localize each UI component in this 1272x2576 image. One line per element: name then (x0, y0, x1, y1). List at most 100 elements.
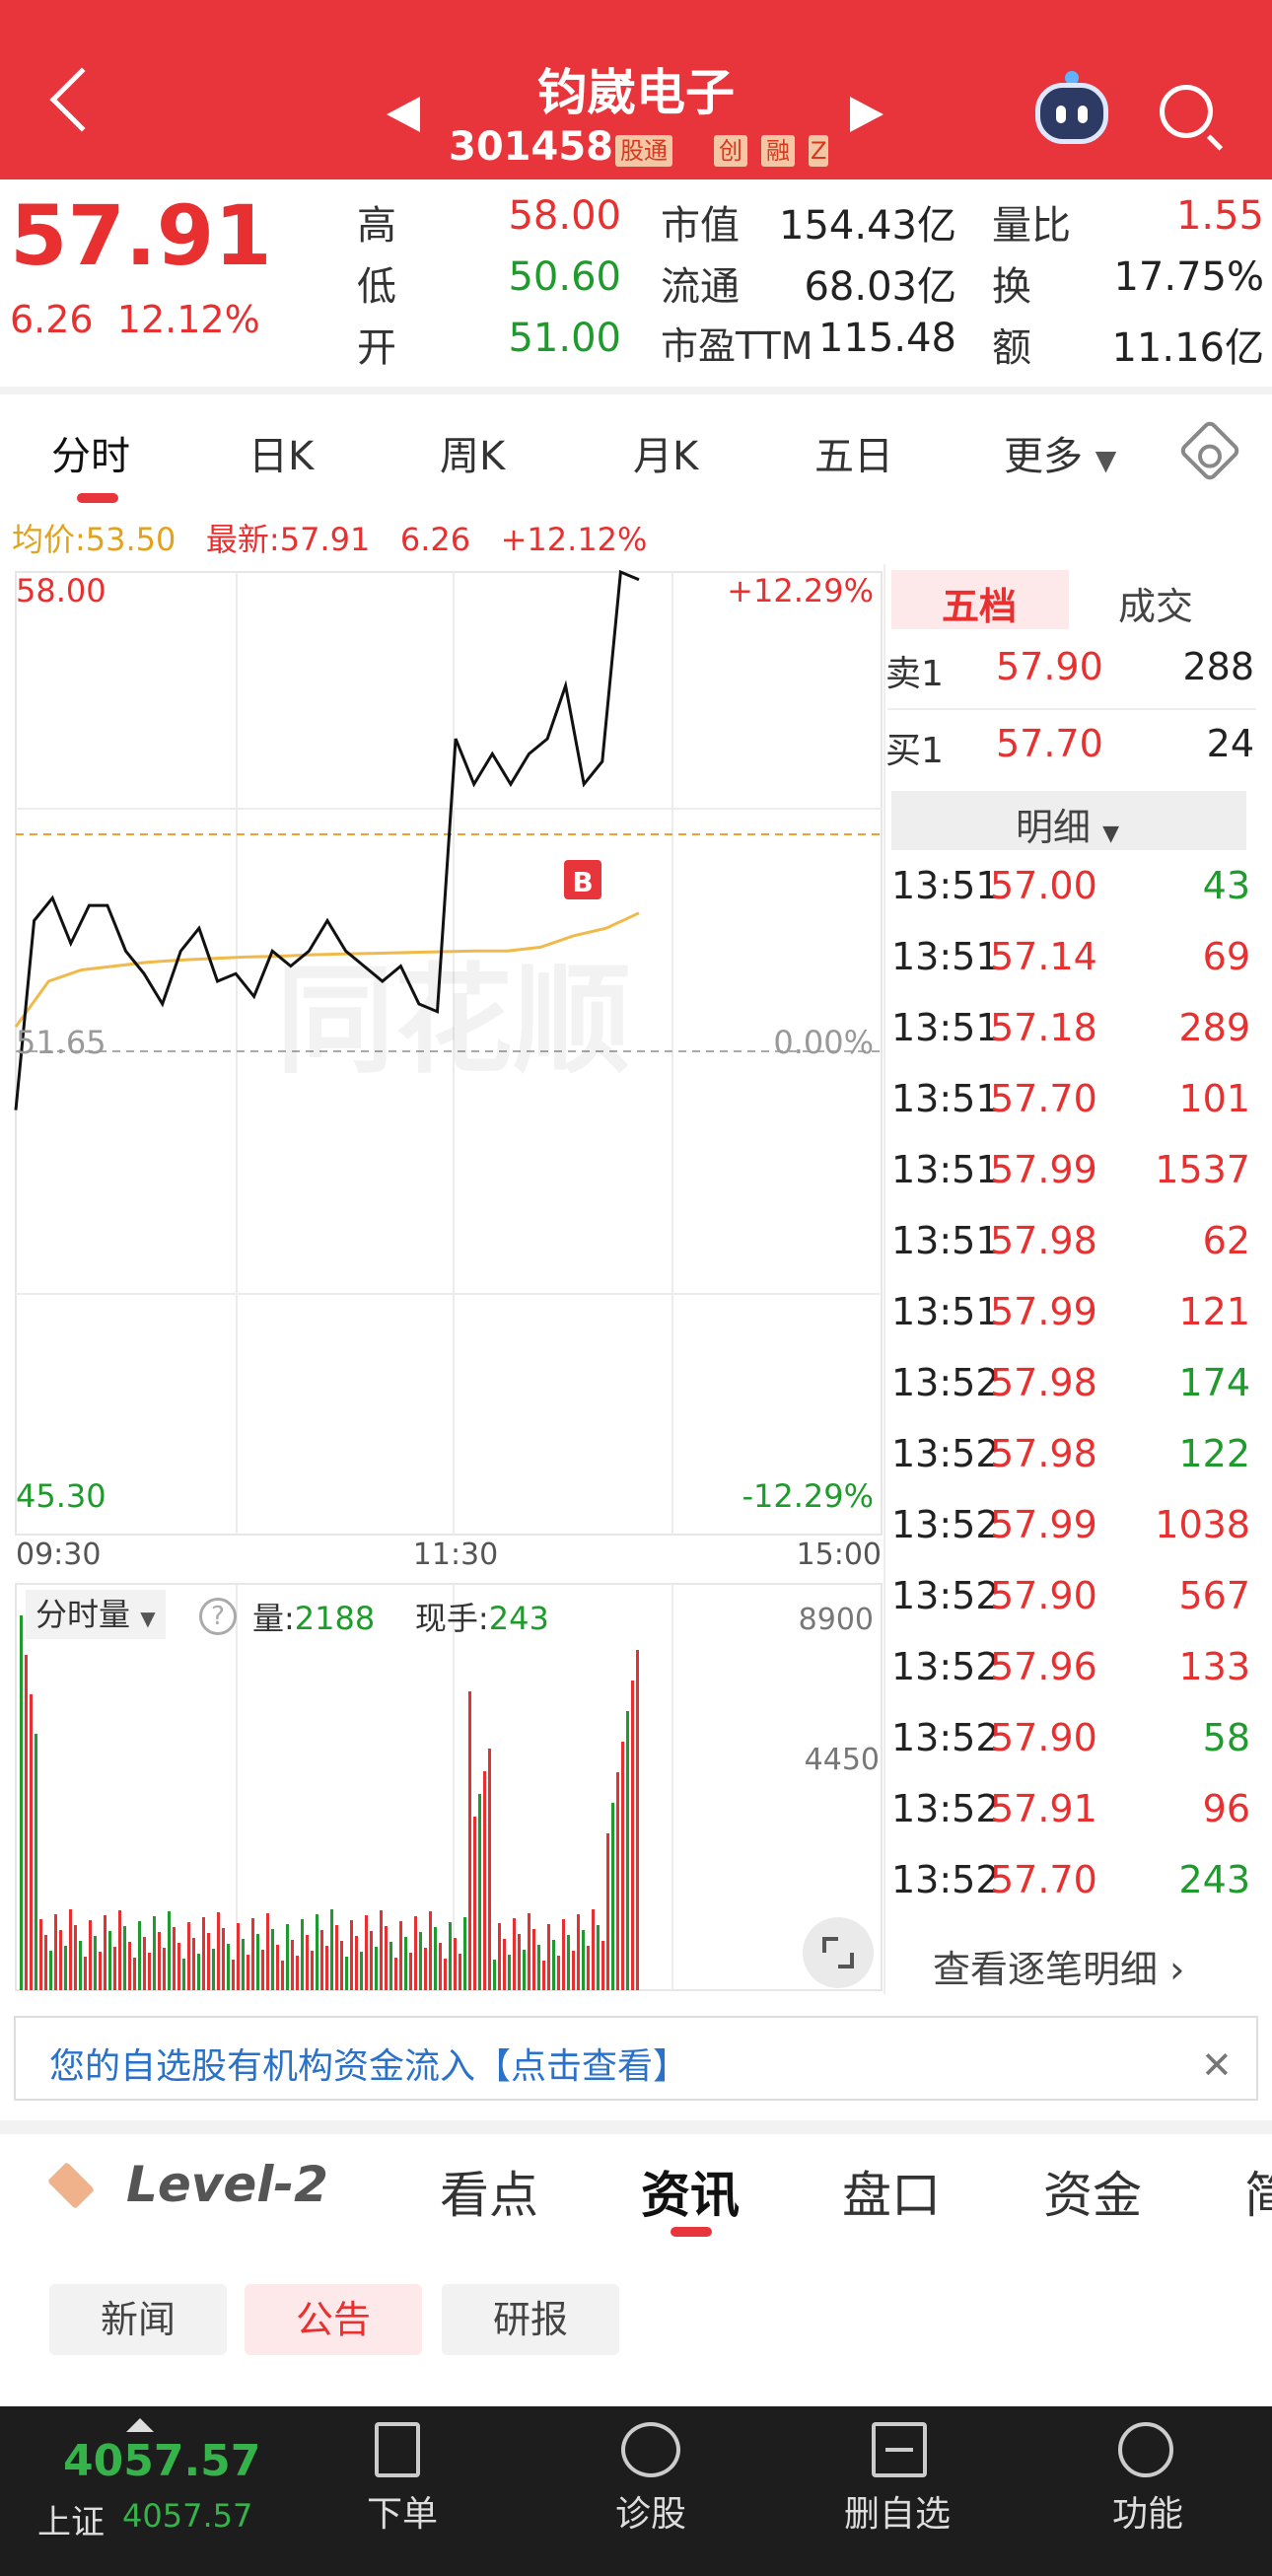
tab-daily-k[interactable]: 日K (248, 424, 314, 481)
tab-level2[interactable]: Level-2 (126, 2156, 328, 2213)
volume-bar (311, 1951, 314, 1990)
volume-bar (389, 1942, 392, 1990)
latest-price: 最新:57.91 (205, 521, 371, 558)
expand-up-icon[interactable] (126, 2418, 154, 2432)
tick-volume: 243 (1178, 1858, 1250, 1901)
volume-bar (133, 1958, 136, 1990)
toolbar-functions[interactable]: 功能 (1112, 2485, 1183, 2537)
index-name: 上证 (37, 2503, 105, 2542)
tab-intraday[interactable]: 分时 (51, 424, 130, 481)
volume-bar (207, 1933, 210, 1990)
tick-time: 13:52 (891, 1361, 1000, 1404)
volume-bar (380, 1910, 383, 1990)
toolbar-remove-watch[interactable]: 删自选 (844, 2485, 951, 2537)
tab-weekly-k[interactable]: 周K (440, 424, 505, 481)
volume-bar (251, 1918, 254, 1990)
index-value[interactable]: 4057.57 (63, 2436, 260, 2486)
tick-price: 57.91 (990, 1787, 1097, 1830)
vol-max-label: 8900 (799, 1603, 874, 1637)
volume-bar (128, 1942, 131, 1990)
tick-price: 57.98 (990, 1219, 1097, 1262)
help-icon[interactable]: ? (199, 1598, 237, 1635)
sell1-vol: 288 (1182, 645, 1254, 688)
volume-bar (143, 1937, 146, 1990)
tab-monthly-k[interactable]: 月K (633, 424, 698, 481)
volume-bar (30, 1694, 33, 1990)
chevron-right-icon: › (1169, 1948, 1185, 1991)
volume-bar (557, 1956, 560, 1990)
chip-research[interactable]: 研报 (442, 2284, 619, 2355)
y-top-label: 58.00 (16, 572, 106, 609)
volume-bar (247, 1955, 249, 1990)
volume-bar (320, 1930, 323, 1990)
diagnose-icon[interactable] (621, 2422, 680, 2477)
value-high: 58.00 (508, 193, 621, 239)
volume-bar (325, 1946, 328, 1990)
tick-time: 13:52 (891, 1716, 1000, 1759)
chip-announcement[interactable]: 公告 (245, 2284, 422, 2355)
assistant-robot-icon[interactable] (1035, 83, 1108, 144)
tab-more[interactable]: 更多 ▼ (1004, 424, 1116, 481)
tick-time: 13:52 (891, 1432, 1000, 1475)
chart-grid (15, 571, 883, 1991)
tab-five-day[interactable]: 五日 (814, 424, 893, 481)
settings-icon[interactable] (1177, 418, 1242, 483)
volume-bar (459, 1954, 461, 1990)
volume-bar (232, 1960, 235, 1990)
buy1-label: 买1 (885, 731, 944, 771)
tick-time: 13:52 (891, 1787, 1000, 1830)
tab-brief[interactable]: 简 (1244, 2156, 1272, 2227)
volume-bar (118, 1910, 121, 1990)
tab-trades[interactable]: 成交 (1118, 576, 1193, 630)
volume-bar (444, 1959, 447, 1990)
close-icon[interactable]: ✕ (1201, 2043, 1233, 2087)
sell1-price: 57.90 (996, 645, 1103, 688)
tick-volume: 121 (1178, 1290, 1250, 1333)
intraday-chart[interactable]: 同花顺 58.00 51.65 45.30 +12.29% 0.00% -12.… (0, 558, 887, 1998)
volume-bar (375, 1947, 378, 1990)
expand-icon[interactable] (803, 1917, 874, 1988)
tick-price: 57.18 (990, 1006, 1097, 1049)
volume-bar (385, 1926, 388, 1990)
tab-funds[interactable]: 资金 (1043, 2156, 1142, 2227)
tick-time: 13:52 (891, 1645, 1000, 1688)
vol-label: 量: (252, 1600, 295, 1637)
banner-text[interactable]: 您的自选股有机构资金流入【点击查看】 (49, 2038, 688, 2089)
volume-bar (108, 1931, 111, 1990)
volume-bar (212, 1949, 215, 1990)
volume-bar (562, 1919, 565, 1990)
change-value: 6.26 (10, 298, 94, 341)
volume-bar (567, 1935, 570, 1990)
volume-bar (202, 1917, 205, 1990)
toolbar-order[interactable]: 下单 (367, 2485, 438, 2537)
x-label-0930: 09:30 (16, 1538, 101, 1572)
volume-bar (59, 1930, 62, 1990)
menu-icon[interactable] (1118, 2422, 1173, 2477)
search-icon[interactable] (1160, 85, 1213, 138)
tick-time: 13:51 (891, 864, 1000, 907)
volume-bar (488, 1749, 491, 1990)
volume-bar (409, 1953, 412, 1990)
tab-five-levels[interactable]: 五档 (942, 576, 1017, 630)
volume-bar (528, 1913, 530, 1990)
order-icon[interactable] (375, 2422, 420, 2477)
volume-bar (424, 1948, 427, 1990)
toolbar-diagnose[interactable]: 诊股 (615, 2485, 686, 2537)
chip-news[interactable]: 新闻 (49, 2284, 227, 2355)
watermark: 同花顺 (276, 953, 631, 1090)
chevron-down-icon: ▼ (140, 1607, 156, 1630)
tab-highlights[interactable]: 看点 (440, 2156, 538, 2227)
view-all-ticks[interactable]: 查看逐笔明细 › (933, 1939, 1184, 1993)
volume-selector[interactable]: 分时量 ▼ (26, 1590, 166, 1639)
tick-volume: 96 (1202, 1787, 1250, 1830)
volume-bar (350, 1920, 353, 1990)
tab-news-info[interactable]: 资讯 (641, 2156, 740, 2227)
next-stock-icon[interactable] (850, 97, 883, 132)
volume-bar (217, 1912, 220, 1990)
avg-price: 均价:53.50 (12, 521, 177, 558)
volume-bar (454, 1938, 457, 1990)
tag-rong: 融 (761, 135, 795, 167)
volume-bar (276, 1945, 279, 1990)
tab-order-book[interactable]: 盘口 (842, 2156, 941, 2227)
volume-bar (123, 1926, 126, 1990)
